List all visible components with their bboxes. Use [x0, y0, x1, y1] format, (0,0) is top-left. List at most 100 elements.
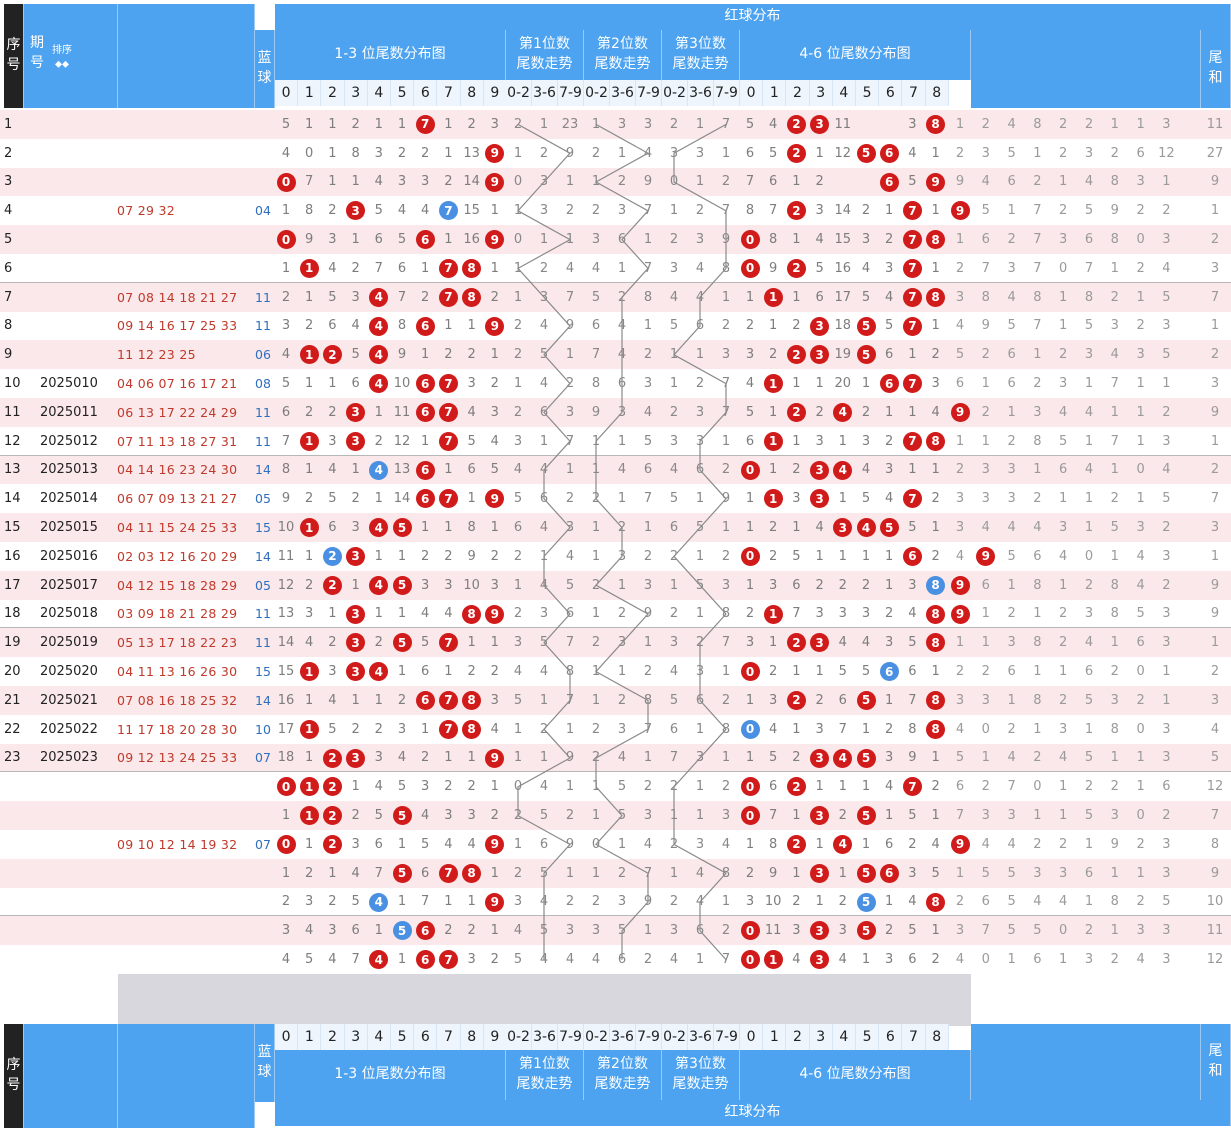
grid-cell: 0	[513, 232, 523, 248]
grid-cell: 5	[861, 491, 871, 507]
grid-cell: 3	[955, 692, 965, 708]
grid-cell: 7	[769, 203, 778, 219]
red-ball: 9	[950, 834, 970, 854]
grid-cell: 6	[467, 462, 476, 478]
grid-cell: 9	[721, 232, 731, 248]
grid-cell: 2	[565, 203, 575, 219]
grid-cell: 5	[467, 433, 476, 449]
grid-cell: 1	[397, 606, 407, 622]
grid-cell: 3	[885, 260, 894, 276]
grid-cell: 7	[397, 289, 407, 305]
sort-button[interactable]: 期号排序 ⬥⬥	[24, 4, 118, 108]
grid-cell: 4	[981, 836, 990, 852]
grid-cell: 18	[277, 750, 295, 766]
grid-cell: 9	[1210, 174, 1220, 190]
grid-cell: 3	[1059, 520, 1068, 536]
grid-cell: 3	[908, 865, 917, 881]
grid-cell: 1	[467, 318, 476, 334]
row-issue: 2025017	[40, 577, 98, 593]
grid-cell: 6	[374, 232, 383, 248]
tail13-header: 1-3 位尾数分布图	[275, 30, 506, 80]
bottom-num-range-5: 7-9	[636, 1024, 662, 1050]
grid-cell: 4	[745, 376, 755, 392]
grid-cell: 2	[1210, 462, 1220, 478]
grid-cell: 3	[328, 433, 337, 449]
grid-cell: 11	[393, 404, 411, 420]
grid-cell: 1	[397, 894, 407, 910]
grid-cell: 3	[1162, 836, 1171, 852]
grid-cell: 1	[981, 750, 990, 766]
grid-cell: 1	[513, 145, 523, 161]
grid-cell: 3	[861, 606, 871, 622]
grid-cell: 10	[393, 376, 411, 392]
grid-cell: 4	[281, 145, 291, 161]
row-issue	[40, 254, 116, 283]
red-ball: 5	[392, 575, 412, 595]
grid-cell: 3	[1162, 952, 1171, 968]
grid-cell: 3	[1110, 318, 1119, 334]
grid-cell: 6	[328, 318, 337, 334]
grid-cell: 7	[1210, 289, 1220, 305]
grid-cell: 1	[695, 952, 705, 968]
grid-cell: 4	[695, 865, 705, 881]
grid-cell: 1	[643, 520, 653, 536]
red-ball: 2	[322, 748, 342, 768]
grid-cell: 7	[565, 635, 575, 651]
grid-cell: 7	[721, 203, 731, 219]
red-ball: 0	[740, 950, 760, 970]
grid-cell: 3	[1033, 865, 1042, 881]
grid-cell: 2	[490, 952, 499, 968]
row-seq: 8	[4, 318, 13, 334]
grid-cell: 6	[908, 664, 917, 680]
grid-cell: 2	[792, 318, 801, 334]
grid-cell: 0	[669, 174, 679, 190]
grid-cell: 2	[281, 289, 291, 305]
grid-cell: 8	[1210, 836, 1220, 852]
grid-cell: 1	[305, 116, 314, 132]
grid-cell: 2	[1007, 606, 1016, 622]
grid-cell: 8	[721, 260, 731, 276]
grid-cell: 9	[281, 491, 291, 507]
grid-cell: 2	[695, 203, 705, 219]
grid-cell: 1	[695, 779, 705, 795]
grid-cell: 2	[565, 491, 575, 507]
grid-cell: 5	[908, 923, 917, 939]
grid-cell: 6	[374, 836, 383, 852]
grid-cell: 1	[1136, 289, 1145, 305]
grid-cell: 7	[1033, 260, 1042, 276]
grid-cell: 4	[1033, 894, 1042, 910]
grid-cell: 1	[931, 318, 940, 334]
grid-cell: 1	[885, 203, 894, 219]
red-ball: 6	[415, 316, 435, 336]
grid-cell: 8	[1110, 606, 1119, 622]
top-num-digit46-7: 7	[902, 80, 926, 106]
grid-cell: 2	[490, 548, 499, 564]
row-issue	[40, 772, 116, 801]
grid-cell: 6	[885, 347, 894, 363]
top-num-range-5: 7-9	[636, 80, 662, 106]
grid-cell: 2	[981, 404, 990, 420]
grid-cell: 2	[591, 145, 601, 161]
grid-cell: 1	[1033, 664, 1042, 680]
grid-cell: 1	[885, 548, 894, 564]
red-ball: 6	[879, 374, 899, 394]
row-issue: 2025022	[40, 721, 98, 737]
grid-cell: 4	[328, 260, 337, 276]
grid-cell: 1	[490, 865, 499, 881]
grid-cell: 2	[721, 779, 731, 795]
grid-cell: 4	[643, 404, 653, 420]
grid-cell: 2	[669, 404, 679, 420]
grid-cell: 2	[721, 692, 731, 708]
grid-cell: 3	[981, 145, 990, 161]
grid-cell: 5	[617, 923, 627, 939]
grid-cell: 1	[539, 433, 549, 449]
grid-cell: 5	[539, 808, 549, 824]
grid-cell: 5	[1162, 347, 1171, 363]
grid-cell: 1	[565, 721, 575, 737]
row-blue-number	[255, 916, 275, 945]
red-ball: 1	[299, 719, 319, 739]
grid-cell: 2	[669, 548, 679, 564]
grid-cell: 2	[617, 289, 627, 305]
grid-cell: 6	[981, 577, 990, 593]
grid-cell: 5	[565, 577, 575, 593]
